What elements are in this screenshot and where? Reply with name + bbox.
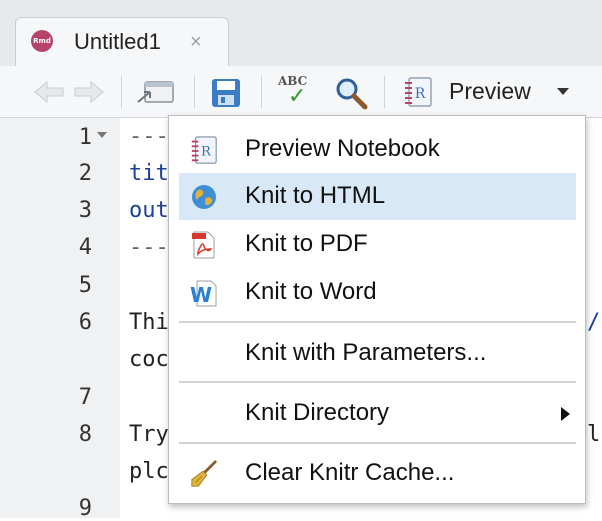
toolbar-separator	[194, 76, 195, 108]
menu-item-clear-knitr-cache[interactable]: Clear Knitr Cache...	[179, 450, 576, 497]
code-line: ---	[129, 235, 169, 260]
line-number: 7	[78, 385, 92, 410]
preview-dropdown-menu: R Preview Notebook Knit to HTML Knit to …	[168, 115, 586, 504]
menu-separator	[179, 321, 576, 323]
line-number: 9	[78, 496, 92, 521]
svg-text:W: W	[190, 283, 212, 307]
close-icon[interactable]: ×	[190, 31, 202, 54]
code-line: Try	[129, 422, 169, 447]
menu-item-knit-to-pdf[interactable]: Knit to PDF	[179, 221, 576, 268]
menu-separator	[179, 381, 576, 383]
menu-item-label: Knit to Word	[245, 278, 377, 305]
menu-item-label: Knit with Parameters...	[245, 339, 487, 366]
globe-icon	[192, 185, 216, 209]
chevron-down-icon[interactable]	[557, 88, 569, 95]
editor-toolbar: ABC ✓ R Preview	[0, 66, 602, 118]
pdf-icon	[192, 231, 215, 259]
line-number: 4	[78, 235, 92, 260]
notebook-icon: R	[405, 77, 432, 107]
tab-untitled1[interactable]: Rmd Untitled1 ×	[15, 17, 229, 66]
preview-label[interactable]: Preview	[449, 78, 531, 105]
code-line: Thi	[129, 310, 169, 335]
menu-item-preview-notebook[interactable]: R Preview Notebook	[179, 126, 576, 173]
word-icon: W	[190, 280, 217, 307]
save-icon[interactable]	[211, 78, 241, 108]
line-number: 3	[78, 198, 92, 223]
line-number: 5	[78, 273, 92, 298]
toolbar-separator	[384, 76, 385, 108]
menu-separator	[179, 442, 576, 444]
back-forward-icon[interactable]	[33, 80, 105, 104]
toolbar-separator	[121, 76, 122, 108]
line-number: 6	[78, 310, 92, 335]
code-line: tit	[129, 161, 169, 186]
menu-item-label: Preview Notebook	[245, 135, 440, 162]
notebook-icon: R	[191, 136, 217, 164]
line-number: 8	[78, 422, 92, 447]
menu-item-knit-to-html[interactable]: Knit to HTML	[179, 173, 576, 220]
code-line: out	[129, 198, 169, 223]
menu-item-label: Knit Directory	[245, 399, 390, 426]
tab-bar: Rmd Untitled1 ×	[0, 0, 602, 66]
svg-text:R: R	[201, 145, 212, 160]
fold-toggle-icon[interactable]	[97, 132, 107, 138]
menu-item-label: Knit to PDF	[245, 230, 368, 257]
menu-item-label: Clear Knitr Cache...	[245, 459, 455, 486]
code-line: coc	[129, 347, 169, 372]
code-line: ---	[129, 124, 169, 149]
menu-item-knit-directory[interactable]: Knit Directory	[179, 390, 576, 437]
show-in-window-icon[interactable]	[136, 78, 176, 106]
chevron-right-icon	[561, 407, 570, 421]
menu-item-label: Knit to HTML	[245, 182, 386, 209]
code-line-fragment: l	[587, 422, 601, 447]
menu-item-knit-with-parameters[interactable]: Knit with Parameters...	[179, 330, 576, 377]
line-number: 1	[78, 125, 92, 150]
svg-text:R: R	[415, 86, 426, 102]
code-line-fragment: /	[587, 310, 601, 335]
menu-item-knit-to-word[interactable]: W Knit to Word	[179, 269, 576, 316]
tab-title: Untitled1	[74, 29, 161, 54]
code-line: plc	[129, 459, 169, 484]
line-number-gutter: 1 2 3 4 5 6 7 8 9	[0, 118, 120, 521]
line-number: 2	[78, 161, 92, 186]
broom-icon	[191, 460, 217, 487]
search-icon[interactable]	[334, 76, 368, 110]
spellcheck-icon[interactable]: ABC ✓	[278, 74, 320, 114]
rmd-file-icon: Rmd	[31, 30, 53, 52]
toolbar-separator	[261, 76, 262, 108]
